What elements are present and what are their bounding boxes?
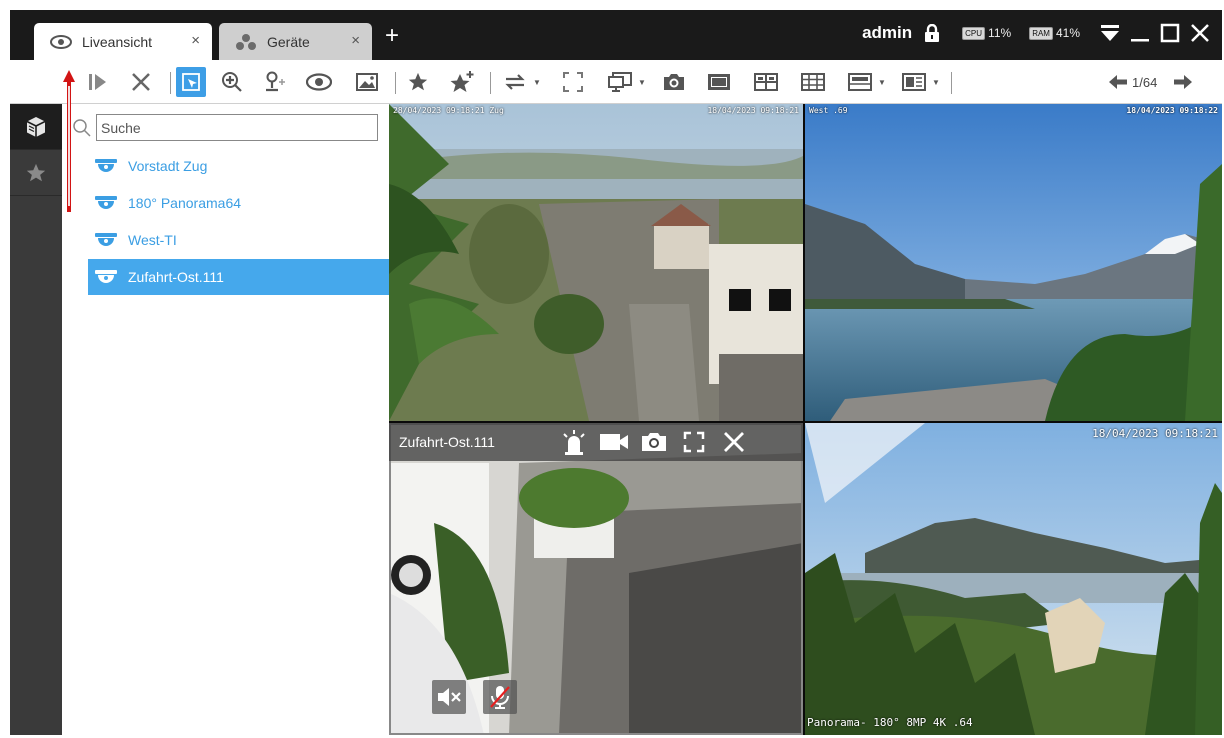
video-tile-zug[interactable]: 28/04/2023 09:18:21 Zug 18/04/2023 09:18… [389,104,803,421]
close-window-icon[interactable] [1188,21,1212,45]
title-bar: Liveansicht × Geräte × + admin CPU 11% R… [10,10,1222,60]
microphone-muted-icon[interactable] [483,680,517,714]
layout-custom-icon[interactable] [845,67,875,97]
devices-icon [235,31,257,53]
minimize-icon[interactable] [1128,21,1152,45]
toolbar-separator [490,72,491,94]
dome-camera-icon [94,232,118,248]
toolbar: ▼ ▼ ▼ ▼ 1/64 [10,60,1222,104]
monitor-icon[interactable] [605,67,635,97]
app-window: Liveansicht × Geräte × + admin CPU 11% R… [10,10,1222,735]
maximize-icon[interactable] [1158,21,1182,45]
favorites-tab[interactable] [10,150,62,196]
alarm-siren-icon[interactable] [554,423,594,461]
device-label: Zufahrt-Ost.111 [128,269,224,285]
star-icon [25,162,47,184]
image-icon[interactable] [352,67,382,97]
toolbar-separator [170,72,171,94]
device-panel: Vorstadt Zug 180° Panorama64 West-TI Zuf… [62,104,389,735]
ram-label: RAM [1029,26,1053,40]
osd-timestamp: 18/04/2023 09:18:21 [1092,427,1218,440]
close-tile-icon[interactable] [714,423,754,461]
fullscreen-icon[interactable] [558,67,588,97]
device-item-west-ti[interactable]: West-TI [88,222,389,258]
dome-camera-icon [94,195,118,211]
tab-label: Geräte [267,33,310,50]
snapshot-camera-icon[interactable] [659,67,689,97]
device-item-vorstadt-zug[interactable]: Vorstadt Zug [88,148,389,184]
video-tile-west[interactable]: West .69 18/04/2023 09:18:22 [805,104,1222,421]
snapshot-camera-icon[interactable] [634,423,674,461]
toolbar-separator [951,72,952,94]
play-icon[interactable] [82,67,112,97]
close-all-icon[interactable] [126,67,156,97]
device-item-panorama64[interactable]: 180° Panorama64 [88,185,389,221]
dome-camera-icon [94,158,118,174]
cube-icon [24,115,48,139]
left-rail [10,104,62,735]
search-input[interactable] [96,114,378,141]
cpu-value: 11% [988,26,1012,40]
tab-label: Liveansicht [82,33,153,50]
video-grid: 28/04/2023 09:18:21 Zug 18/04/2023 09:18… [389,104,1222,735]
video-tile-zufahrt-ost[interactable]: Zufahrt-Ost.111 [389,423,803,735]
tab-close-button[interactable]: × [351,32,360,49]
tile-control-overlay: Zufahrt-Ost.111 [389,423,803,461]
caret-down-icon[interactable]: ▼ [878,78,886,87]
tab-liveansicht[interactable]: Liveansicht × [34,23,212,60]
device-label: 180° Panorama64 [128,195,242,211]
osd-timestamp: 18/04/2023 09:18:22 [1126,106,1218,115]
username[interactable]: admin [862,23,912,43]
osd-camera-name: West .69 [809,106,848,115]
tile-camera-name: Zufahrt-Ost.111 [399,434,495,450]
next-page-icon[interactable] [1168,67,1198,97]
search-box [72,114,378,141]
osd-top-left: 28/04/2023 09:18:21 Zug [393,106,504,115]
ram-value: 41% [1055,26,1080,40]
user-area: admin CPU 11% RAM 41% [862,10,1222,56]
annotation-arrow-icon [63,70,75,212]
tab-close-button[interactable]: × [191,32,200,49]
add-tab-button[interactable]: + [385,22,399,50]
eye-icon [50,31,72,53]
switch-stream-icon[interactable] [500,67,530,97]
favorite-star-icon[interactable] [403,67,433,97]
fullscreen-icon[interactable] [674,423,714,461]
layout-grid-select-icon[interactable] [899,67,929,97]
toolbar-separator [395,72,396,94]
device-label: West-TI [128,232,177,248]
select-pointer-icon[interactable] [176,67,206,97]
layout-3x3-icon[interactable] [798,67,828,97]
video-tile-panorama[interactable]: 18/04/2023 09:18:21 Panorama- 180° 8MP 4… [805,423,1222,735]
record-video-icon[interactable] [594,423,634,461]
cpu-label: CPU [962,26,986,40]
caret-down-icon[interactable]: ▼ [533,78,541,87]
add-favorite-icon[interactable] [447,67,477,97]
previous-page-icon[interactable] [1103,67,1133,97]
zoom-in-icon[interactable] [217,67,247,97]
device-item-zufahrt-ost[interactable]: Zufahrt-Ost.111 [88,259,389,295]
osd-timestamp: 18/04/2023 09:18:21 [707,106,799,115]
caret-down-icon[interactable]: ▼ [932,78,940,87]
page-indicator: 1/64 [1132,75,1158,90]
device-label: Vorstadt Zug [128,158,208,174]
mute-speaker-icon[interactable] [432,680,466,714]
device-list-tab[interactable] [10,104,62,150]
layout-2x2-icon[interactable] [751,67,781,97]
dome-camera-icon [94,269,118,285]
osd-camera-name: Panorama- 180° 8MP 4K .64 [807,716,973,729]
tab-geraete[interactable]: Geräte × [219,23,372,60]
dropdown-menu-icon[interactable] [1098,21,1122,45]
layout-1x1-icon[interactable] [704,67,734,97]
ptz-control-icon[interactable] [260,67,290,97]
caret-down-icon[interactable]: ▼ [638,78,646,87]
lock-icon[interactable] [924,24,940,42]
view-eye-icon[interactable] [304,67,334,97]
